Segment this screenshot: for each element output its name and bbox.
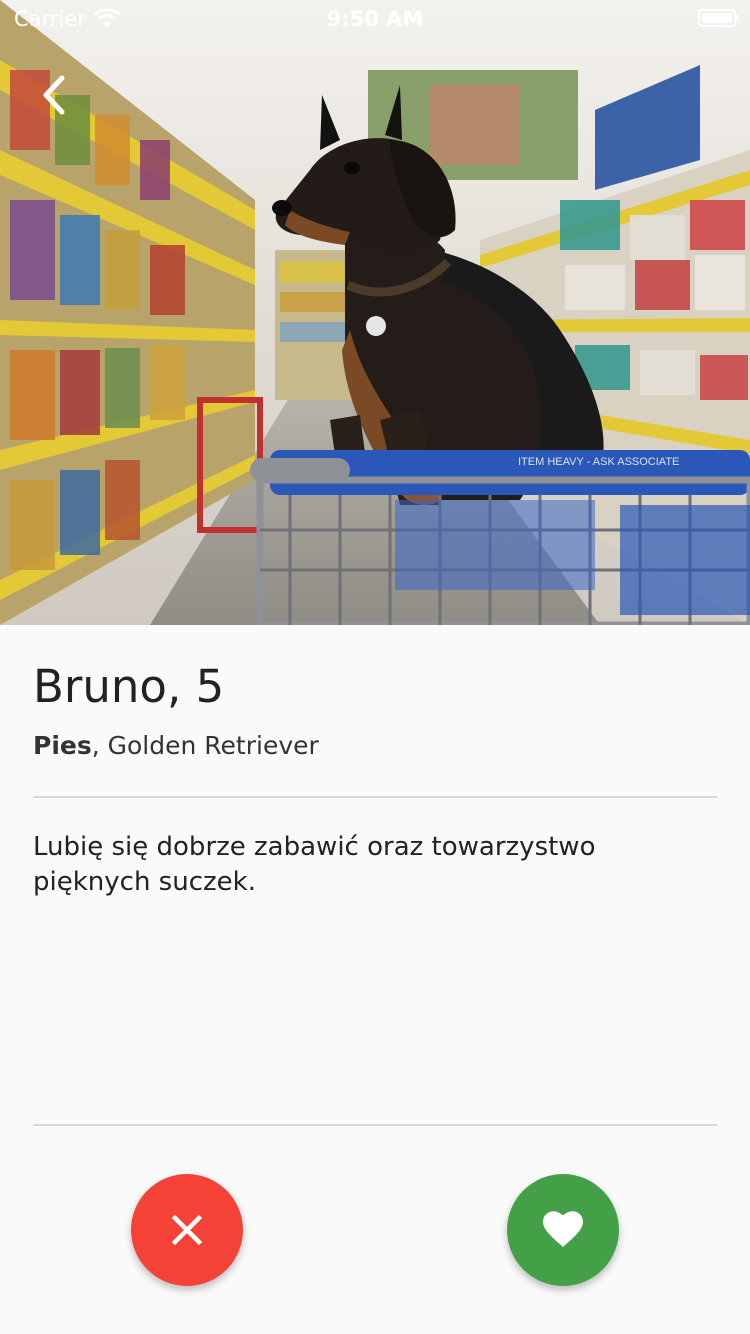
pet-species: Pies	[33, 731, 92, 760]
pet-photo: ITEM HEAVY - ASK ASSOCIATE	[0, 0, 750, 625]
close-icon	[171, 1214, 203, 1246]
pet-description: Lubię się dobrze zabawić oraz towarzystw…	[33, 832, 596, 897]
profile-subtitle: Pies, Golden Retriever	[33, 731, 717, 761]
cart-sign-text: ITEM HEAVY - ASK ASSOCIATE	[518, 456, 679, 468]
pet-name: Bruno	[33, 660, 167, 713]
pet-photo-illustration: ITEM HEAVY - ASK ASSOCIATE	[0, 0, 750, 625]
status-time: 9:50 AM	[326, 7, 424, 31]
battery-icon	[698, 9, 739, 27]
like-button[interactable]	[507, 1174, 619, 1286]
heart-icon	[543, 1211, 583, 1247]
dislike-button[interactable]	[131, 1174, 243, 1286]
divider-top	[33, 796, 717, 798]
chevron-left-icon	[43, 75, 65, 115]
pet-breed: Golden Retriever	[107, 731, 319, 760]
age-separator: ,	[166, 660, 196, 713]
back-button[interactable]	[30, 70, 80, 120]
profile-details: Bruno, 5 Pies, Golden Retriever Lubię si…	[33, 625, 717, 900]
profile-title: Bruno, 5	[33, 661, 717, 713]
pet-age: 5	[195, 660, 225, 713]
breed-separator: ,	[91, 731, 108, 760]
divider-bottom	[33, 1124, 717, 1126]
status-bar: Carrier 9:50 AM	[0, 0, 750, 40]
